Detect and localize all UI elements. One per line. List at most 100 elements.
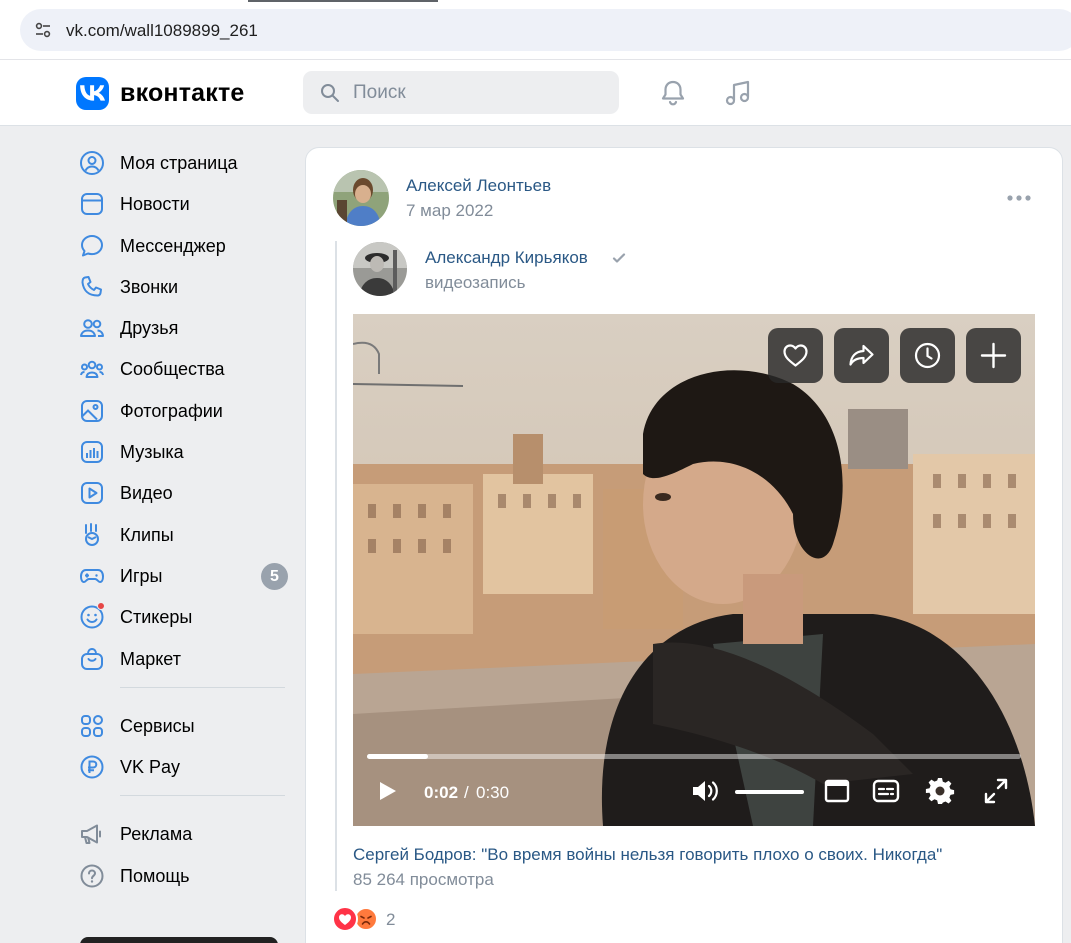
search-box[interactable] (303, 71, 619, 114)
user-circle-icon (80, 151, 104, 175)
sidebar-item-video[interactable]: Видео (70, 472, 295, 513)
heart-reaction-icon (332, 906, 358, 932)
vk-wordmark[interactable]: вконтакте (120, 79, 245, 108)
sidebar-item-label: Фотографии (120, 400, 223, 421)
sidebar-item-news[interactable]: Новости (70, 183, 295, 224)
search-input[interactable] (353, 71, 603, 114)
gamepad-icon (80, 568, 104, 583)
ruble-icon (80, 755, 104, 779)
video-player[interactable]: 0:02 / 0:30 (353, 314, 1035, 826)
share-video-button[interactable] (834, 328, 889, 383)
sidebar-item-ads[interactable]: Реклама (70, 813, 295, 854)
url-text[interactable]: vk.com/wall1089899_261 (66, 21, 258, 41)
original-author-name[interactable]: Александр Кирьяков (425, 248, 588, 268)
mini-player-icon[interactable] (823, 776, 851, 806)
settings-gear-icon[interactable] (925, 776, 955, 806)
sidebar-item-calls[interactable]: Звонки (70, 266, 295, 307)
video-duration: 0:30 (476, 783, 510, 802)
sidebar-item-label: Звонки (120, 276, 179, 297)
watch-later-button[interactable] (900, 328, 955, 383)
communities-icon (80, 361, 104, 379)
sidebar-item-label: Мессенджер (120, 235, 226, 256)
sidebar-item-label: VK Pay (120, 757, 181, 778)
sidebar-item-stickers[interactable]: Стикеры (70, 596, 295, 637)
vk-logo-icon[interactable] (76, 77, 109, 110)
bag-icon (81, 647, 103, 670)
angry-reaction-icon (354, 907, 378, 931)
share-arrow-icon (849, 344, 874, 366)
sidebar-item-label: Видео (120, 483, 173, 504)
chat-bubble-icon (81, 234, 103, 257)
music-bars-icon (81, 441, 103, 464)
sidebar-item-music[interactable]: Музыка (70, 431, 295, 472)
megaphone-icon (81, 824, 101, 845)
sidebar-item-friends[interactable]: Друзья (70, 307, 295, 348)
sidebar-divider (120, 686, 285, 688)
original-post-type: видеозапись (425, 273, 526, 292)
site-header: вконтакте (0, 60, 1071, 126)
repost-indicator-line (335, 241, 337, 891)
more-options-icon[interactable] (1006, 192, 1032, 204)
sidebar-item-photos[interactable]: Фотографии (70, 390, 295, 431)
site-info-icon[interactable] (34, 21, 52, 39)
bell-icon[interactable] (658, 78, 688, 108)
sidebar-item-messenger[interactable]: Мессенджер (70, 225, 295, 266)
sidebar-item-label: Игры (120, 565, 163, 586)
friends-icon (80, 319, 104, 338)
sidebar-item-label: Реклама (120, 824, 193, 845)
volume-slider[interactable] (735, 790, 804, 794)
sidebar-item-label: Помощь (120, 865, 190, 886)
video-frame-image (353, 314, 1035, 826)
volume-icon[interactable] (690, 776, 722, 806)
video-current-time: 0:02 (424, 783, 459, 802)
sidebar-item-label: Моя страница (120, 153, 238, 173)
video-views-count: 85 264 просмотра (353, 870, 494, 889)
sidebar-item-market[interactable]: Маркет (70, 638, 295, 679)
heart-icon (783, 344, 808, 367)
plus-icon (980, 342, 1007, 369)
music-note-icon[interactable] (723, 78, 753, 108)
address-bar[interactable]: vk.com/wall1089899_261 (20, 9, 1071, 51)
verified-check-icon (612, 253, 626, 263)
sidebar-item-label: Стикеры (120, 607, 193, 628)
news-icon (81, 193, 103, 216)
sidebar-item-label: Музыка (120, 442, 184, 463)
add-video-button[interactable] (966, 328, 1021, 383)
sidebar-item-communities[interactable]: Сообщества (70, 348, 295, 389)
active-tab-indicator (248, 0, 438, 2)
original-author-avatar[interactable] (353, 242, 407, 296)
sidebar-widget-thumbnail[interactable] (80, 937, 278, 943)
video-progress-bar[interactable] (367, 754, 1021, 759)
sidebar-item-games[interactable]: Игры 5 (70, 555, 295, 596)
sidebar-item-help[interactable]: Помощь (70, 855, 295, 896)
reactions-button[interactable] (332, 906, 380, 932)
phone-icon (81, 275, 102, 297)
video-progress-fill (367, 754, 429, 759)
sidebar-item-label: Новости (120, 194, 190, 215)
post-author-name[interactable]: Алексей Леонтьев (406, 176, 551, 196)
sidebar-item-clips[interactable]: Клипы (70, 514, 295, 555)
games-count-badge: 5 (261, 562, 288, 590)
sidebar-item-label: Клипы (120, 524, 174, 545)
play-icon[interactable] (375, 776, 401, 806)
clock-icon (914, 342, 941, 369)
post-date[interactable]: 7 мар 2022 (406, 201, 493, 221)
like-video-button[interactable] (768, 328, 823, 383)
author-avatar[interactable] (333, 170, 389, 226)
sidebar-divider (120, 795, 285, 797)
sidebar-item-label: Маркет (120, 648, 181, 669)
photo-icon (81, 399, 103, 422)
video-icon (81, 482, 103, 505)
reaction-count: 2 (386, 910, 396, 929)
fullscreen-icon[interactable] (982, 776, 1010, 806)
sidebar-item-my-page[interactable]: Моя страница (70, 142, 295, 183)
left-sidebar: Моя страница Новости Мессенджер Звонки Д… (70, 142, 295, 896)
sidebar-item-services[interactable]: Сервисы (70, 705, 295, 746)
sidebar-item-vk-pay[interactable]: VK Pay (70, 746, 295, 787)
video-title-link[interactable]: Сергей Бодров: "Во время войны нельзя го… (353, 845, 942, 865)
browser-bar: vk.com/wall1089899_261 (0, 0, 1071, 60)
subtitles-icon[interactable] (871, 776, 901, 806)
video-time-separator: / (464, 783, 469, 802)
clips-icon (85, 522, 99, 546)
search-icon (321, 84, 339, 102)
